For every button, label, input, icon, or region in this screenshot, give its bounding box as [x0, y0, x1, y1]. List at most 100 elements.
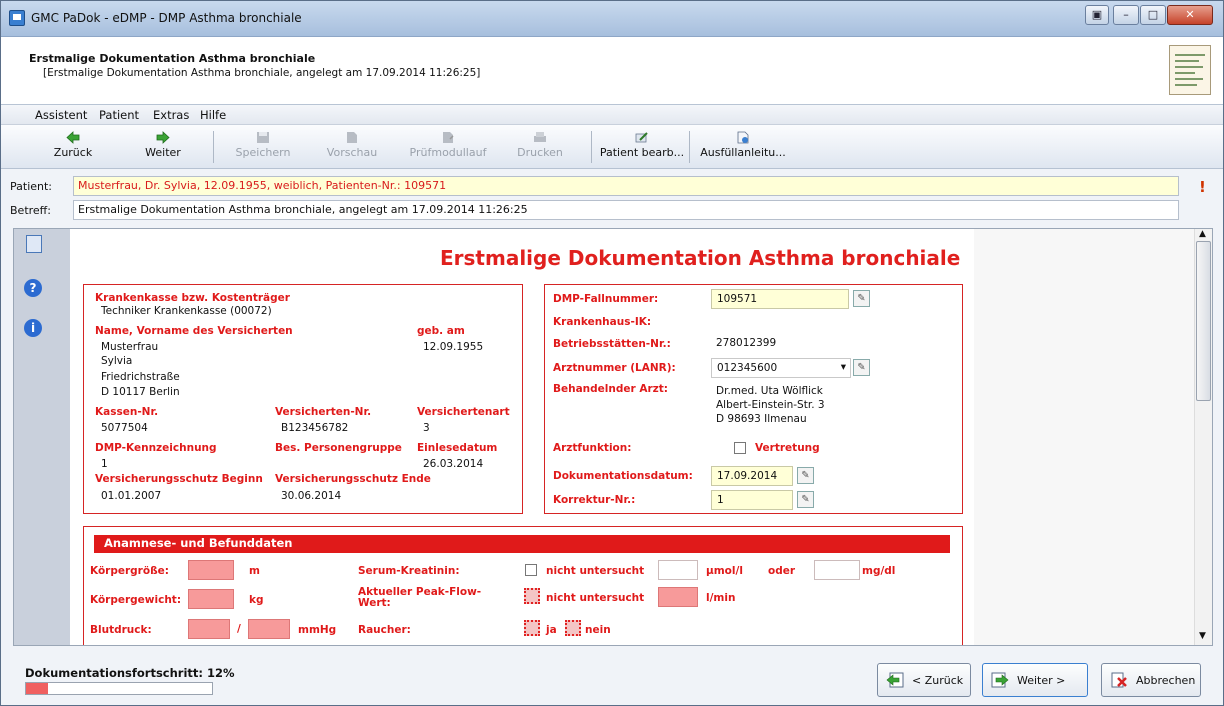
vertical-scrollbar[interactable]: ▲ ▼ — [1194, 229, 1212, 645]
peakflow-label: Aktueller Peak-Flow-Wert: — [358, 586, 482, 609]
close-button[interactable]: ✕ — [1167, 5, 1213, 25]
name-line: Sylvia — [101, 355, 133, 367]
menu-hilfe[interactable]: Hilfe — [200, 108, 226, 122]
edit-pencil-icon[interactable]: ✎ — [853, 359, 870, 376]
toolbar-check-button[interactable]: Prüfmodullauf — [405, 127, 491, 167]
dokdatum-input[interactable]: 17.09.2014 — [711, 466, 793, 486]
peakflow-not-examined-checkbox[interactable] — [524, 588, 540, 604]
toolbar-preview-button[interactable]: Vorschau — [325, 127, 379, 167]
raucher-ja-label: ja — [546, 624, 557, 636]
lanr-value: 012345600 — [717, 362, 778, 374]
oder-label: oder — [768, 565, 796, 577]
info-icon[interactable]: i — [24, 319, 42, 337]
toolbar-next-button[interactable]: Weiter — [139, 127, 187, 167]
betreff-field: Erstmalige Dokumentation Asthma bronchia… — [73, 200, 1179, 220]
progress-fill — [26, 683, 49, 694]
blutdruck-unit: mmHg — [298, 624, 337, 636]
documentation-form: Erstmalige Dokumentation Asthma bronchia… — [70, 229, 974, 645]
groesse-input[interactable] — [188, 560, 234, 580]
patient-field: Musterfrau, Dr. Sylvia, 12.09.1955, weib… — [73, 176, 1179, 196]
back-button[interactable]: < Zurück — [877, 663, 971, 697]
vers-nr-label: Versicherten-Nr. — [275, 406, 372, 418]
fallnr-input[interactable]: 109571 — [711, 289, 849, 309]
kreatinin-label: Serum-Kreatinin: — [358, 565, 460, 577]
kreatinin-not-examined-checkbox[interactable] — [525, 564, 537, 576]
header-subtitle: [Erstmalige Dokumentation Asthma bronchi… — [43, 67, 481, 79]
vers-art-value: 3 — [423, 422, 430, 434]
scroll-up-icon[interactable]: ▲ — [1199, 229, 1206, 239]
name-label: Name, Vorname des Versicherten — [95, 325, 293, 337]
geb-label: geb. am — [417, 325, 465, 337]
name-line: Friedrichstraße — [101, 371, 180, 383]
menu-assistent[interactable]: Assistent — [35, 108, 87, 122]
edit-pencil-icon[interactable]: ✎ — [797, 491, 814, 508]
guide-icon — [737, 131, 749, 144]
minimize-button[interactable]: – — [1113, 5, 1139, 25]
kreatinin-umol-input[interactable] — [658, 560, 698, 580]
gewicht-input[interactable] — [188, 589, 234, 609]
insurance-box: Krankenkasse bzw. Kostenträger Techniker… — [83, 284, 523, 514]
toolbar-back-button[interactable]: Zurück — [49, 127, 97, 167]
groesse-label: Körpergröße: — [90, 565, 169, 577]
khik-label: Krankenhaus-IK: — [553, 316, 652, 328]
raucher-ja-radio[interactable] — [524, 620, 540, 636]
blutdruck-systolic-input[interactable] — [188, 619, 230, 639]
kreatinin-mgdl-input[interactable] — [814, 560, 860, 580]
cancel-icon — [1111, 672, 1127, 688]
edit-pencil-icon[interactable]: ✎ — [797, 467, 814, 484]
progress-label: Dokumentationsfortschritt: 12% — [25, 666, 235, 680]
bookmark-icon[interactable] — [26, 235, 42, 253]
toolbar-print-button[interactable]: Drucken — [515, 127, 565, 167]
form-margin — [974, 229, 1194, 645]
blutdruck-diastolic-input[interactable] — [248, 619, 290, 639]
cancel-button[interactable]: Abbrechen — [1101, 663, 1201, 697]
arzt-line: Albert-Einstein-Str. 3 — [716, 399, 825, 411]
chevron-down-icon: ▾ — [840, 361, 846, 373]
next-button[interactable]: Weiter > — [982, 663, 1088, 697]
vs-ende-label: Versicherungsschutz Ende — [275, 473, 431, 485]
arrow-left-icon — [66, 131, 80, 144]
restore-icon[interactable]: ▣ — [1085, 5, 1109, 25]
gewicht-unit: kg — [249, 594, 264, 606]
toolbar-guide-button[interactable]: Ausfüllanleitu... — [695, 127, 791, 167]
dmp-kz-value: 1 — [101, 458, 108, 470]
vers-nr-value: B123456782 — [281, 422, 349, 434]
raucher-label: Raucher: — [358, 624, 411, 636]
help-icon[interactable]: ? — [24, 279, 42, 297]
application-window: GMC PaDok - eDMP - DMP Asthma bronchiale… — [0, 0, 1224, 706]
lanr-select[interactable]: 012345600 ▾ — [711, 358, 851, 378]
vs-ende-value: 30.06.2014 — [281, 490, 342, 502]
menu-bar: Assistent Patient Extras Hilfe — [1, 105, 1223, 125]
scrollbar-thumb[interactable] — [1196, 241, 1211, 401]
side-icon-bar: ? i — [14, 229, 70, 645]
warning-icon[interactable]: ! — [1199, 178, 1206, 196]
arzt-label: Behandelnder Arzt: — [553, 383, 668, 395]
raucher-nein-radio[interactable] — [565, 620, 581, 636]
vertretung-label: Vertretung — [755, 442, 820, 454]
korrektur-input[interactable]: 1 — [711, 490, 793, 510]
toolbar-save-button[interactable]: Speichern — [231, 127, 295, 167]
scroll-down-icon[interactable]: ▼ — [1199, 631, 1206, 641]
practice-box: DMP-Fallnummer: 109571 ✎ Krankenhaus-IK:… — [544, 284, 963, 514]
vertretung-checkbox[interactable] — [734, 442, 746, 454]
menu-patient[interactable]: Patient — [99, 108, 139, 122]
raucher-nein-label: nein — [585, 624, 611, 636]
form-content-area: ? i Erstmalige Dokumentation Asthma bron… — [13, 228, 1213, 646]
edit-pencil-icon[interactable]: ✎ — [853, 290, 870, 307]
vs-beginn-value: 01.01.2007 — [101, 490, 162, 502]
funktion-label: Arztfunktion: — [553, 442, 632, 454]
toolbar-edit-patient-button[interactable]: Patient bearb... — [599, 127, 685, 167]
back-arrow-icon — [886, 672, 904, 688]
fallnr-label: DMP-Fallnummer: — [553, 293, 659, 305]
einlese-value: 26.03.2014 — [423, 458, 484, 470]
menu-extras[interactable]: Extras — [153, 108, 189, 122]
vers-art-label: Versichertenart — [417, 406, 510, 418]
peakflow-input[interactable] — [658, 587, 698, 607]
kassen-nr-value: 5077504 — [101, 422, 148, 434]
maximize-button[interactable]: □ — [1140, 5, 1166, 25]
progress-bar — [25, 682, 213, 695]
patient-info-row: Patient: Musterfrau, Dr. Sylvia, 12.09.1… — [1, 173, 1223, 223]
vs-beginn-label: Versicherungsschutz Beginn — [95, 473, 263, 485]
dmp-kz-label: DMP-Kennzeichnung — [95, 442, 217, 454]
lanr-label: Arztnummer (LANR): — [553, 362, 676, 374]
